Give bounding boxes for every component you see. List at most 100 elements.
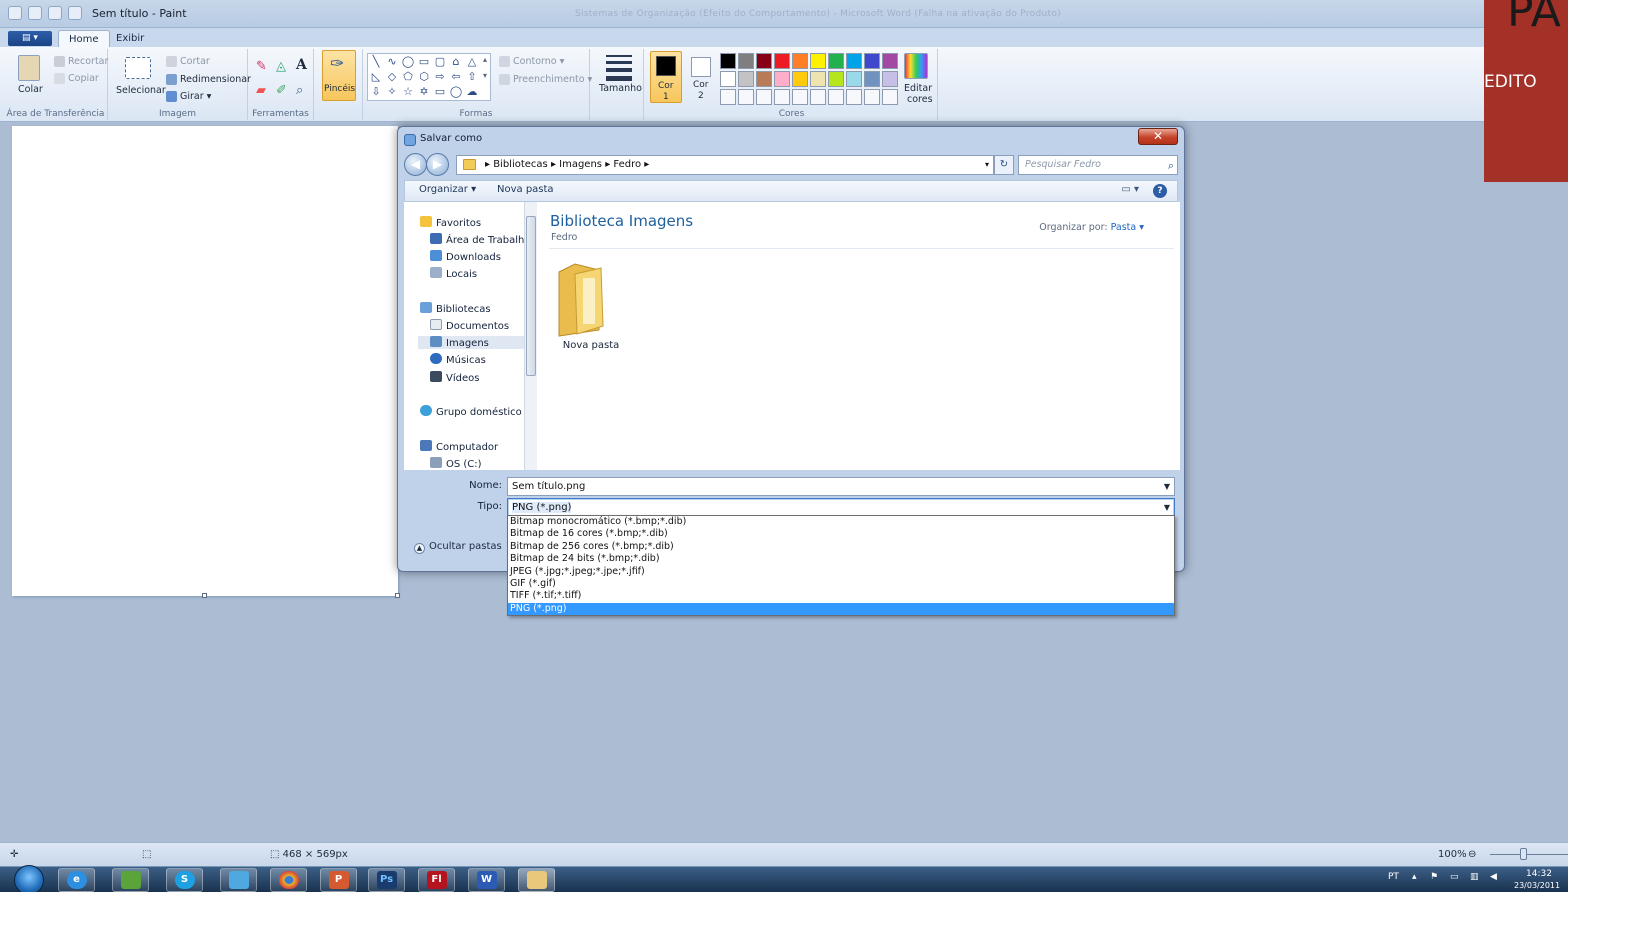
four-star-shape-icon[interactable]: ✧: [384, 85, 400, 99]
rectangle-shape-icon[interactable]: ▭: [416, 55, 432, 69]
size-button[interactable]: Tamanho: [599, 83, 642, 94]
oval-shape-icon[interactable]: ◯: [400, 55, 416, 69]
address-bar[interactable]: ▸ Bibliotecas ▸ Imagens ▸ Fedro ▸ ▾: [456, 155, 994, 175]
cut-button[interactable]: Recortar: [54, 56, 108, 67]
edit-colors-button-line2[interactable]: cores: [907, 94, 933, 105]
palette-custom-slot[interactable]: [756, 89, 772, 105]
palette-custom-slot[interactable]: [774, 89, 790, 105]
folder-label[interactable]: Nova pasta: [547, 340, 635, 351]
up-arrow-shape-icon[interactable]: ⇧: [464, 70, 480, 84]
paste-icon[interactable]: [18, 55, 40, 81]
callout-rect-shape-icon[interactable]: ▭: [432, 85, 448, 99]
resize-button[interactable]: Redimensionar: [166, 74, 251, 85]
chevron-down-icon[interactable]: ▼: [1164, 499, 1170, 516]
taskbar-chrome[interactable]: [270, 868, 307, 892]
display-icon[interactable]: ▭: [1450, 872, 1459, 882]
diamond-shape-icon[interactable]: ◇: [384, 70, 400, 84]
nav-favorites[interactable]: Favoritos: [420, 216, 481, 229]
file-type-option[interactable]: Bitmap de 16 cores (*.bmp;*.dib): [508, 528, 1174, 540]
triangle-shape-icon[interactable]: △: [464, 55, 480, 69]
nav-documents[interactable]: Documentos: [430, 319, 509, 332]
hide-folders-button[interactable]: ▲ Ocultar pastas: [414, 541, 502, 554]
file-type-option[interactable]: TIFF (*.tif;*.tiff): [508, 590, 1174, 602]
organize-button[interactable]: Organizar ▾: [419, 184, 476, 195]
nav-drive-c[interactable]: OS (C:): [430, 457, 482, 470]
show-hidden-icons[interactable]: ▴: [1412, 872, 1417, 882]
hexagon-shape-icon[interactable]: ⬡: [416, 70, 432, 84]
nav-scrollbar[interactable]: [524, 202, 537, 470]
pencil-icon[interactable]: ✎: [256, 59, 267, 74]
close-button[interactable]: ✕: [1138, 128, 1178, 145]
fill-button[interactable]: Preenchimento ▾: [499, 74, 592, 85]
crop-button[interactable]: Cortar: [166, 56, 210, 67]
text-tool-icon[interactable]: A: [296, 57, 307, 73]
select-icon[interactable]: [125, 57, 151, 79]
palette-custom-slot[interactable]: [882, 89, 898, 105]
nav-images[interactable]: Imagens: [418, 336, 530, 349]
nav-desktop[interactable]: Área de Trabalho: [430, 233, 530, 246]
file-type-option[interactable]: GIF (*.gif): [508, 578, 1174, 590]
zoom-slider[interactable]: [1490, 854, 1568, 855]
file-name-field[interactable]: Sem título.png ▼: [507, 477, 1175, 496]
right-arrow-shape-icon[interactable]: ⇨: [432, 70, 448, 84]
canvas-resize-handle-bottom[interactable]: [202, 593, 207, 598]
palette-swatch[interactable]: [774, 71, 790, 87]
zoom-slider-thumb[interactable]: [1520, 848, 1527, 860]
taskbar-ie[interactable]: e: [58, 868, 95, 892]
clock-date[interactable]: 23/03/2011: [1514, 881, 1560, 890]
tab-home[interactable]: Home: [58, 30, 110, 48]
customize-qa-icon[interactable]: [68, 6, 82, 20]
palette-custom-slot[interactable]: [792, 89, 808, 105]
back-button[interactable]: ◀: [404, 153, 427, 176]
eraser-icon[interactable]: ▰: [256, 83, 266, 98]
file-type-option[interactable]: Bitmap de 256 cores (*.bmp;*.dib): [508, 541, 1174, 553]
redo-icon[interactable]: [48, 6, 62, 20]
search-input[interactable]: Pesquisar Fedro ⌕: [1018, 155, 1178, 175]
color2-button[interactable]: Cor 2: [686, 51, 718, 103]
file-type-option[interactable]: PNG (*.png): [508, 602, 1174, 616]
taskbar-powerpoint[interactable]: P: [320, 868, 357, 892]
copy-button[interactable]: Copiar: [54, 73, 99, 84]
palette-swatch[interactable]: [792, 53, 808, 69]
taskbar-explorer[interactable]: [112, 868, 149, 892]
palette-swatch[interactable]: [720, 53, 736, 69]
brushes-button[interactable]: ✑ Pincéis: [322, 50, 356, 101]
file-type-option[interactable]: Bitmap de 24 bits (*.bmp;*.dib): [508, 553, 1174, 565]
nav-music[interactable]: Músicas: [430, 353, 486, 366]
edit-colors-icon[interactable]: [904, 53, 928, 79]
palette-swatch[interactable]: [738, 53, 754, 69]
five-star-shape-icon[interactable]: ☆: [400, 85, 416, 99]
breadcrumb[interactable]: ▸ Bibliotecas ▸ Imagens ▸ Fedro ▸: [485, 159, 649, 170]
size-lines-icon[interactable]: [606, 55, 632, 81]
sort-value[interactable]: Pasta ▾: [1111, 222, 1144, 233]
undo-icon[interactable]: [28, 6, 42, 20]
palette-swatch[interactable]: [864, 53, 880, 69]
outline-button[interactable]: Contorno ▾: [499, 56, 564, 67]
clock-time[interactable]: 14:32: [1526, 869, 1552, 879]
cloud-shape-icon[interactable]: ☁: [464, 85, 480, 99]
palette-swatch[interactable]: [810, 53, 826, 69]
folder-icon[interactable]: [555, 260, 607, 338]
palette-swatch[interactable]: [864, 71, 880, 87]
nav-homegroup[interactable]: Grupo doméstico: [420, 405, 522, 418]
palette-swatch[interactable]: [774, 53, 790, 69]
file-menu-button[interactable]: ▤ ▾: [8, 31, 52, 46]
color-picker-icon[interactable]: ✐: [276, 83, 287, 98]
nav-computer[interactable]: Computador: [420, 440, 498, 453]
select-button[interactable]: Selecionar: [116, 85, 166, 96]
palette-swatch[interactable]: [828, 53, 844, 69]
palette-custom-slot[interactable]: [828, 89, 844, 105]
canvas-resize-handle-corner[interactable]: [395, 593, 400, 598]
palette-swatch[interactable]: [846, 71, 862, 87]
file-type-option[interactable]: Bitmap monocromático (*.bmp;*.dib): [508, 516, 1174, 528]
new-folder-button[interactable]: Nova pasta: [497, 184, 554, 195]
help-icon[interactable]: ?: [1153, 184, 1167, 198]
nav-places[interactable]: Locais: [430, 267, 477, 280]
palette-custom-slot[interactable]: [864, 89, 880, 105]
palette-swatch[interactable]: [882, 53, 898, 69]
curve-shape-icon[interactable]: ∿: [384, 55, 400, 69]
nav-libraries[interactable]: Bibliotecas: [420, 302, 491, 315]
views-icon[interactable]: ▭ ▾: [1121, 184, 1139, 195]
action-center-icon[interactable]: ⚑: [1430, 872, 1438, 882]
magnifier-icon[interactable]: ⌕: [296, 83, 303, 98]
